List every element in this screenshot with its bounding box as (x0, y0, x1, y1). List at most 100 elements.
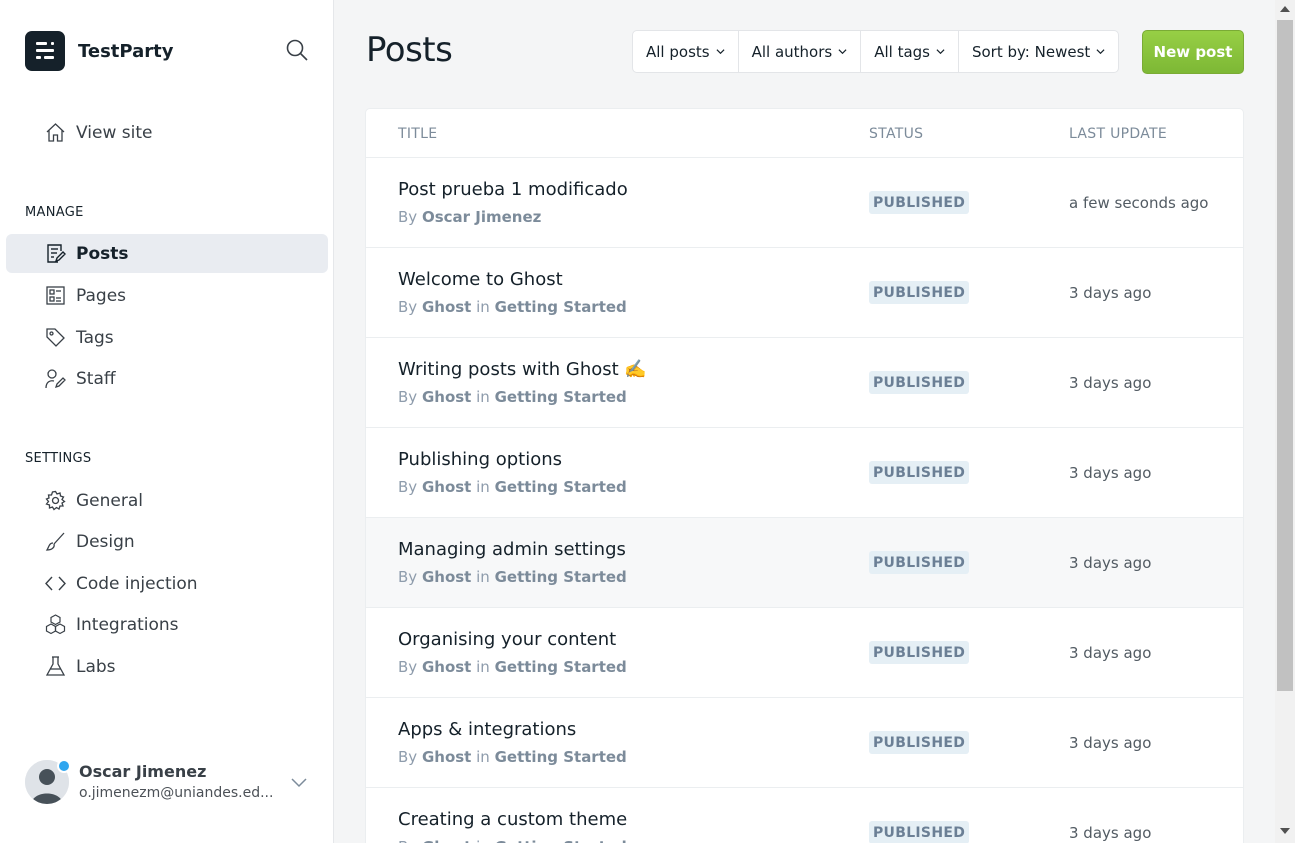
filter-sort[interactable]: Sort by: Newest (959, 31, 1118, 72)
chevron-down-icon (838, 49, 847, 55)
last-update: 3 days ago (1069, 644, 1152, 662)
status-badge: PUBLISHED (869, 281, 970, 304)
sidebar-item-tags[interactable]: Tags (6, 318, 328, 357)
meta-in: in (476, 658, 490, 676)
scroll-thumb[interactable] (1277, 20, 1293, 691)
column-header-status: STATUS (869, 126, 924, 142)
flask-icon (45, 656, 66, 677)
filter-tag[interactable]: All tags (861, 31, 959, 72)
table-row[interactable]: Creating a custom theme By Ghost in Getti… (366, 788, 1243, 843)
scroll-up-arrow-icon[interactable] (1280, 6, 1290, 12)
filter-post-type[interactable]: All posts (633, 31, 739, 72)
table-row[interactable]: Apps & integrations By Ghost in Getting S… (366, 698, 1243, 788)
table-row[interactable]: Post prueba 1 modificado By Oscar Jimenez… (366, 158, 1243, 248)
status-badge: PUBLISHED (869, 641, 970, 664)
chevron-down-icon (936, 49, 945, 55)
filter-author[interactable]: All authors (739, 31, 862, 72)
post-meta: By Ghost in Getting Started (398, 298, 627, 316)
last-update: 3 days ago (1069, 374, 1152, 392)
post-tag: Getting Started (494, 658, 627, 676)
integrations-icon (45, 614, 66, 635)
meta-in: in (476, 478, 490, 496)
settings-heading: SETTINGS (25, 451, 92, 466)
post-meta: By Ghost in Getting Started (398, 838, 627, 843)
table-row[interactable]: Publishing options By Ghost in Getting St… (366, 428, 1243, 518)
user-email: o.jimenezm@uniandes.ed... (79, 785, 274, 801)
sidebar-item-labs[interactable]: Labs (6, 647, 328, 686)
user-menu[interactable]: Oscar Jimenez o.jimenezm@uniandes.ed... (25, 759, 315, 806)
post-title: Publishing options (398, 449, 563, 470)
post-title: Organising your content (398, 629, 617, 650)
sidebar-item-code-injection[interactable]: Code injection (6, 564, 328, 603)
meta-by: By (398, 298, 418, 316)
table-row[interactable]: Welcome to Ghost By Ghost in Getting Star… (366, 248, 1243, 338)
post-author: Ghost (421, 298, 472, 316)
filter-label: Sort by: Newest (971, 42, 1091, 61)
table-row[interactable]: Organising your content By Ghost in Getti… (366, 608, 1243, 698)
sidebar-item-pages[interactable]: Pages (6, 276, 328, 315)
meta-by: By (398, 748, 418, 766)
chevron-down-icon[interactable] (289, 772, 309, 792)
view-site-link[interactable]: View site (6, 113, 328, 152)
meta-in: in (476, 568, 490, 586)
post-title: Managing admin settings (398, 539, 626, 560)
post-title: Writing posts with Ghost ✍️ (398, 359, 647, 380)
post-tag: Getting Started (494, 388, 627, 406)
post-meta: By Ghost in Getting Started (398, 478, 627, 496)
table-header: TITLE STATUS LAST UPDATE (366, 109, 1243, 158)
sidebar-item-label: Integrations (76, 614, 179, 635)
last-update: 3 days ago (1069, 284, 1152, 302)
new-post-button[interactable]: New post (1142, 30, 1244, 74)
brand-logo-icon (25, 31, 65, 71)
scrollbar[interactable] (1275, 0, 1295, 843)
brush-icon (45, 531, 66, 552)
meta-by: By (398, 838, 417, 843)
table-row[interactable]: Writing posts with Ghost ✍️ By Ghost in G… (366, 338, 1243, 428)
post-meta: By Oscar Jimenez (398, 208, 541, 226)
filter-label: All authors (751, 42, 833, 61)
sidebar-item-integrations[interactable]: Integrations (6, 605, 328, 644)
post-meta: By Ghost in Getting Started (398, 568, 627, 586)
meta-in: in (476, 388, 490, 406)
status-badge: PUBLISHED (869, 731, 970, 754)
sidebar-item-staff[interactable]: Staff (6, 359, 328, 398)
post-tag: Getting Started (494, 478, 627, 496)
sidebar: TestParty View site MANAGE Posts Pages T… (0, 0, 334, 843)
sidebar-item-posts[interactable]: Posts (6, 234, 328, 273)
meta-by: By (398, 568, 418, 586)
post-author: Ghost (421, 478, 472, 496)
post-tag: Getting Started (494, 748, 627, 766)
sidebar-item-design[interactable]: Design (6, 522, 328, 561)
last-update: 3 days ago (1069, 554, 1152, 572)
home-icon (45, 122, 66, 143)
scroll-down-arrow-icon[interactable] (1280, 828, 1290, 834)
filter-label: All posts (646, 42, 710, 61)
status-badge: PUBLISHED (869, 371, 970, 394)
post-tag: Getting Started (495, 838, 627, 843)
posts-icon (45, 243, 66, 264)
code-icon (45, 573, 66, 594)
search-icon[interactable] (285, 38, 309, 62)
brand[interactable]: TestParty (25, 31, 173, 71)
sidebar-item-label: Staff (76, 368, 116, 389)
post-author: Ghost (421, 658, 472, 676)
sidebar-item-label: Labs (76, 656, 116, 677)
meta-by: By (398, 388, 418, 406)
brand-name: TestParty (78, 40, 174, 62)
filter-bar: All posts All authors All tags Sort by: … (632, 30, 1120, 73)
page-title: Posts (366, 30, 453, 70)
sidebar-item-label: General (76, 490, 143, 511)
sidebar-item-label: Tags (76, 327, 114, 348)
status-badge: PUBLISHED (869, 191, 970, 214)
sidebar-item-label: Posts (76, 243, 129, 264)
post-tag: Getting Started (494, 568, 627, 586)
table-row[interactable]: Managing admin settings By Ghost in Getti… (366, 518, 1243, 608)
view-site-label: View site (76, 122, 153, 143)
sidebar-item-label: Design (76, 531, 135, 552)
post-meta: By Ghost in Getting Started (398, 748, 627, 766)
meta-by: By (398, 478, 418, 496)
meta-in: in (476, 298, 490, 316)
user-name: Oscar Jimenez (79, 762, 207, 781)
chevron-down-icon (1096, 49, 1105, 55)
sidebar-item-general[interactable]: General (6, 481, 328, 520)
